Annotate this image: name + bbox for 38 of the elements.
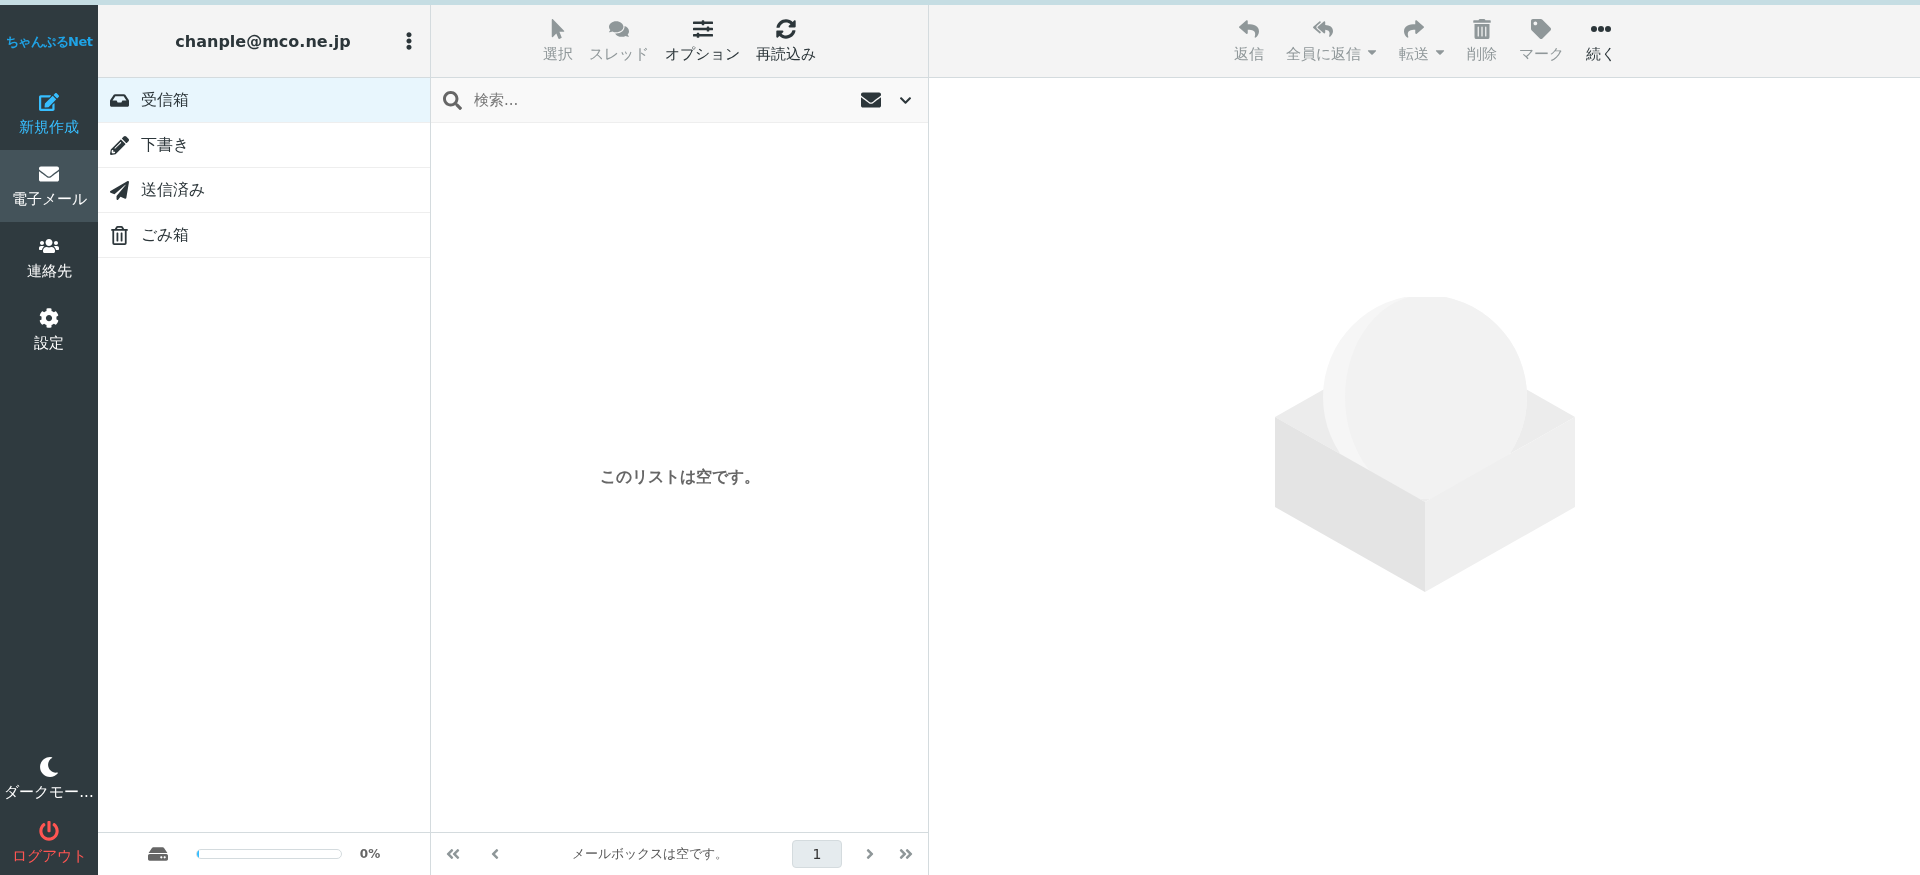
paper-plane-icon <box>110 180 129 200</box>
quota-reading: 0% <box>359 847 381 861</box>
nav-item[interactable]: 設定 <box>0 294 98 366</box>
toolbar-button[interactable]: 再読込み <box>752 18 820 64</box>
power-icon <box>39 820 59 841</box>
tag-icon <box>1531 18 1551 39</box>
speech-bubbles-icon <box>609 18 629 39</box>
nav-item[interactable]: ダークモー... <box>0 747 98 811</box>
nav-item[interactable]: ログアウト <box>0 811 98 875</box>
forward-icon <box>1403 18 1424 39</box>
logo: ちゃんぷるNet <box>4 32 94 51</box>
toolbar-button[interactable]: 続く <box>1581 18 1620 64</box>
toolbar-button[interactable]: オプション <box>661 18 744 64</box>
pencil-icon <box>110 135 129 155</box>
folder-item[interactable]: 受信箱 <box>98 78 430 123</box>
envelope-icon <box>861 90 881 110</box>
moon-icon <box>39 756 59 777</box>
empty-list-message: このリストは空です。 <box>599 467 760 488</box>
settings-icon <box>39 307 59 328</box>
dots-icon <box>1590 25 1611 32</box>
page-number-field[interactable]: 1 <box>792 840 842 868</box>
double-left-icon <box>445 846 461 862</box>
nav-item[interactable]: 電子メール <box>0 150 98 222</box>
mailbox-status: メールボックスは空です。 <box>570 845 729 863</box>
refresh-icon <box>776 18 796 39</box>
nav-item[interactable]: 連絡先 <box>0 222 98 294</box>
account-name: chanple@mco.ne.jp <box>174 31 352 51</box>
double-right-icon <box>898 846 914 862</box>
search-icon <box>443 90 462 110</box>
search-bar[interactable]: 検索... <box>431 78 928 123</box>
trash-icon <box>1471 18 1492 39</box>
search-input[interactable]: 検索... <box>472 90 847 110</box>
drive-icon <box>147 844 168 864</box>
nav-item[interactable]: 新規作成 <box>0 78 98 150</box>
reply-icon <box>1238 18 1259 39</box>
trash-icon <box>110 225 129 245</box>
reply-all-icon <box>1313 18 1333 39</box>
sliders-icon <box>692 18 713 39</box>
